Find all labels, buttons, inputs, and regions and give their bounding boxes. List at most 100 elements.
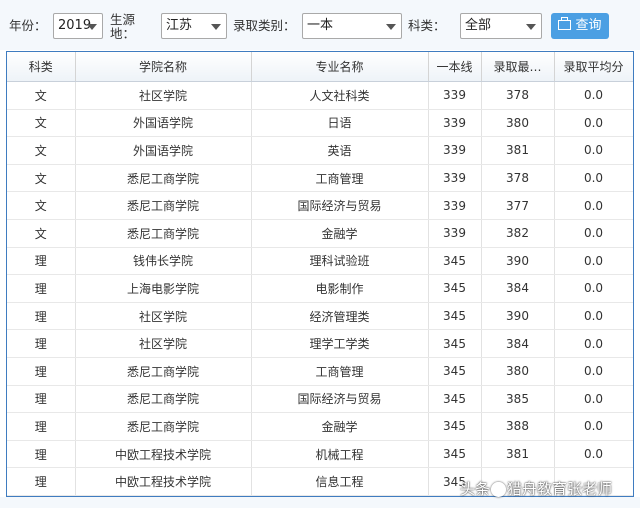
table-cell: 0.0 xyxy=(554,109,633,138)
table-cell: 0.0 xyxy=(554,329,633,358)
table-cell: 悉尼工商学院 xyxy=(75,357,252,386)
table-row[interactable]: 理上海电影学院 电影制作 345 384 0.0 xyxy=(7,274,633,303)
table-cell: 378 xyxy=(481,81,555,110)
table-cell: 文 xyxy=(7,164,76,193)
table-row[interactable]: 理钱伟长学院 理科试验班 345 390 0.0 xyxy=(7,247,633,276)
table-cell: 英语 xyxy=(251,136,429,165)
category-label: 录取类别： xyxy=(233,18,296,33)
table-row[interactable]: 文社区学院 人文社科类 339 378 0.0 xyxy=(7,81,633,110)
table-cell: 0.0 xyxy=(554,385,633,414)
filter-bar: 年份： 2019 生源 地： 江苏 录取类别： 一本 科类： 全部 查询 xyxy=(0,0,640,50)
table-cell: 理 xyxy=(7,247,76,276)
table-cell: 382 xyxy=(481,219,555,248)
table-row[interactable]: 文外国语学院 日语 339 380 0.0 xyxy=(7,109,633,138)
table-cell: 345 xyxy=(428,440,482,469)
subject-select-value: 全部 xyxy=(465,18,492,33)
column-header[interactable]: 学院名称 xyxy=(75,52,252,82)
table-cell: 339 xyxy=(428,81,482,110)
table-cell: 日语 xyxy=(251,109,429,138)
table-cell: 345 xyxy=(428,274,482,303)
table-cell: 345 xyxy=(428,385,482,414)
table-cell: 384 xyxy=(481,274,555,303)
table-cell: 工商管理 xyxy=(251,164,429,193)
table-cell: 金融学 xyxy=(251,412,429,441)
query-button[interactable]: 查询 xyxy=(551,13,609,39)
table-row[interactable]: 理中欧工程技术学院 机械工程 345 381 0.0 xyxy=(7,440,633,469)
table-cell: 0.0 xyxy=(554,302,633,331)
table-cell: 社区学院 xyxy=(75,302,252,331)
briefcase-icon xyxy=(558,17,572,30)
table-cell: 文 xyxy=(7,219,76,248)
table-row[interactable]: 理悉尼工商学院 金融学 345 388 0.0 xyxy=(7,412,633,441)
table-cell: 悉尼工商学院 xyxy=(75,412,252,441)
column-header[interactable]: 专业名称 xyxy=(251,52,429,82)
year-label: 年份： xyxy=(9,18,47,33)
source-select-value: 江苏 xyxy=(166,18,193,33)
results-grid: 科类 学院名称 专业名称 一本线 录取最… 录取平均分 文社区学院 人文社科类 33… xyxy=(6,51,634,497)
table-row[interactable]: 文外国语学院 英语 339 381 0.0 xyxy=(7,136,633,165)
category-select-value: 一本 xyxy=(307,18,334,33)
table-cell: 理 xyxy=(7,329,76,358)
column-header[interactable]: 录取最… xyxy=(481,52,555,82)
subject-select[interactable]: 全部 xyxy=(460,13,542,39)
table-row[interactable]: 理悉尼工商学院 工商管理 345 380 0.0 xyxy=(7,357,633,386)
watermark: 头条 猎舟教育张老师 xyxy=(460,478,612,499)
year-select[interactable]: 2019 xyxy=(53,13,103,39)
source-select[interactable]: 江苏 xyxy=(161,13,227,39)
table-cell: 理 xyxy=(7,357,76,386)
table-row[interactable]: 文悉尼工商学院 工商管理 339 378 0.0 xyxy=(7,164,633,193)
table-cell: 悉尼工商学院 xyxy=(75,191,252,220)
column-header[interactable]: 录取平均分 xyxy=(554,52,633,82)
table-cell: 381 xyxy=(481,440,555,469)
table-cell: 悉尼工商学院 xyxy=(75,385,252,414)
table-cell: 390 xyxy=(481,247,555,276)
table-row[interactable]: 文悉尼工商学院 金融学 339 382 0.0 xyxy=(7,219,633,248)
table-cell: 0.0 xyxy=(554,247,633,276)
table-cell: 社区学院 xyxy=(75,329,252,358)
table-cell: 文 xyxy=(7,109,76,138)
chevron-down-icon xyxy=(87,24,97,30)
column-header[interactable]: 一本线 xyxy=(428,52,482,82)
table-row[interactable]: 文悉尼工商学院 国际经济与贸易 339 377 0.0 xyxy=(7,191,633,220)
camera-icon xyxy=(491,482,507,497)
table-body: 文社区学院 人文社科类 339 378 0.0 文外国语学院 日语 339 380 0.0 文外国语… xyxy=(7,81,633,496)
table-cell: 0.0 xyxy=(554,191,633,220)
table-cell: 345 xyxy=(428,247,482,276)
table-cell: 0.0 xyxy=(554,274,633,303)
table-cell: 信息工程 xyxy=(251,467,429,496)
table-cell: 345 xyxy=(428,357,482,386)
table-cell: 339 xyxy=(428,219,482,248)
table-cell: 339 xyxy=(428,191,482,220)
table-row[interactable]: 理社区学院 理学工学类 345 384 0.0 xyxy=(7,329,633,358)
table-cell: 380 xyxy=(481,357,555,386)
table-cell: 中欧工程技术学院 xyxy=(75,440,252,469)
query-button-label: 查询 xyxy=(575,18,602,33)
chevron-down-icon xyxy=(386,24,396,30)
chevron-down-icon xyxy=(211,24,221,30)
table-cell: 文 xyxy=(7,136,76,165)
table-cell: 经济管理类 xyxy=(251,302,429,331)
table-cell: 上海电影学院 xyxy=(75,274,252,303)
table-cell: 0.0 xyxy=(554,136,633,165)
table-row[interactable]: 理悉尼工商学院 国际经济与贸易 345 385 0.0 xyxy=(7,385,633,414)
table-cell: 385 xyxy=(481,385,555,414)
source-label: 生源 地： xyxy=(110,12,136,41)
table-cell: 理 xyxy=(7,467,76,496)
table-cell: 理 xyxy=(7,274,76,303)
table-cell: 社区学院 xyxy=(75,81,252,110)
table-cell: 悉尼工商学院 xyxy=(75,164,252,193)
table-cell: 理科试验班 xyxy=(251,247,429,276)
column-header[interactable]: 科类 xyxy=(7,52,76,82)
table-cell: 理 xyxy=(7,440,76,469)
table-row[interactable]: 理社区学院 经济管理类 345 390 0.0 xyxy=(7,302,633,331)
watermark-text-start: 头条 xyxy=(460,480,491,498)
table-cell: 0.0 xyxy=(554,440,633,469)
watermark-text-end: 猎舟教育张老师 xyxy=(507,480,613,498)
category-select[interactable]: 一本 xyxy=(302,13,402,39)
table-cell: 文 xyxy=(7,191,76,220)
table-cell: 金融学 xyxy=(251,219,429,248)
table-cell: 378 xyxy=(481,164,555,193)
table-cell: 388 xyxy=(481,412,555,441)
table-cell: 理 xyxy=(7,385,76,414)
table-cell: 人文社科类 xyxy=(251,81,429,110)
